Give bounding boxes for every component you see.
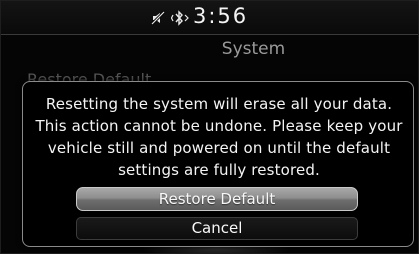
cancel-button[interactable]: Cancel [76,217,358,240]
bluetooth-icon [171,10,191,26]
status-icons [151,9,191,27]
dialog-message: Resetting the system will erase all your… [35,95,403,179]
screen: 3:56 System Restore Default Resetting th… [0,0,419,254]
confirm-dialog: Resetting the system will erase all your… [22,81,414,247]
mute-icon [151,10,165,26]
restore-default-button[interactable]: Restore Default [76,187,358,211]
page-title: System [221,39,286,59]
clock: 3:56 [193,4,249,28]
status-bar: 3:56 [1,1,418,35]
